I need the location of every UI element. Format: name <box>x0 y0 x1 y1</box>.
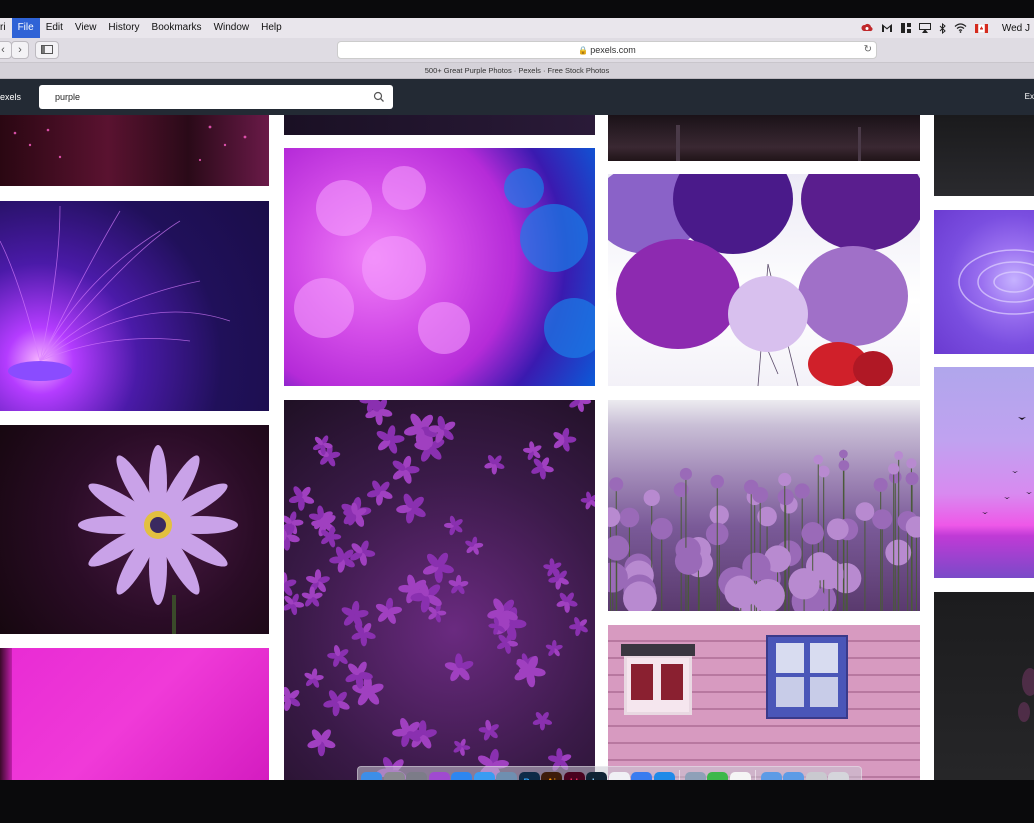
cloud-upload-icon[interactable] <box>653 771 675 780</box>
menu-history[interactable]: History <box>102 18 145 38</box>
status-area: Wed J <box>861 18 1034 38</box>
airplay-icon[interactable] <box>918 23 931 33</box>
menu-file[interactable]: File <box>11 18 40 38</box>
preview-icon[interactable] <box>496 771 517 780</box>
dock: PsAiIdLr <box>357 766 862 780</box>
photo-dark-landscape[interactable] <box>608 115 920 161</box>
photo-dark-strip[interactable] <box>934 115 1034 196</box>
photo-ink-smoke[interactable] <box>284 148 595 386</box>
photo-top-strip-2[interactable] <box>284 115 595 135</box>
image-capture-icon[interactable] <box>684 771 706 780</box>
photo-fiber-optic-lamp[interactable] <box>0 201 269 411</box>
dock-separator <box>755 770 756 780</box>
chevron-right-icon: › <box>18 44 22 56</box>
photo-balloons[interactable] <box>608 174 920 386</box>
grid-icon[interactable] <box>900 23 911 33</box>
menu-help[interactable]: Help <box>255 18 288 38</box>
menu-bookmarks[interactable]: Bookmarks <box>146 18 208 38</box>
site-logo[interactable]: exels <box>0 79 21 115</box>
menu-window[interactable]: Window <box>208 18 256 38</box>
search-icon[interactable] <box>373 91 385 103</box>
indesign-icon[interactable]: Id <box>563 771 585 780</box>
photo-water-ripple[interactable] <box>934 210 1034 354</box>
trash-icon[interactable] <box>828 771 849 780</box>
canada-flag-icon[interactable] <box>974 23 988 33</box>
finder-icon[interactable] <box>361 771 382 780</box>
small-window <box>621 644 695 715</box>
explore-link[interactable]: Ex <box>1025 79 1034 115</box>
url-text: pexels.com <box>590 45 636 55</box>
photo-phlox-flowers[interactable] <box>284 400 595 780</box>
tab-bar[interactable]: 500+ Great Purple Photos · Pexels · Free… <box>0 63 1034 79</box>
menu-view[interactable]: View <box>69 18 103 38</box>
itunes-icon[interactable] <box>608 771 630 780</box>
creative-cloud-icon[interactable] <box>861 23 873 33</box>
search-input[interactable]: purple <box>39 85 393 109</box>
bluetooth-icon[interactable] <box>939 22 946 34</box>
illustrator-icon[interactable]: Ai <box>541 771 562 780</box>
forward-button[interactable]: › <box>11 41 29 59</box>
wifi-icon[interactable] <box>954 23 967 33</box>
photo-sunset-birds[interactable] <box>934 367 1034 578</box>
photo-grid <box>0 115 1034 780</box>
address-bar[interactable]: 🔒 pexels.com ↻ <box>337 41 877 59</box>
gmail-icon[interactable] <box>881 23 893 33</box>
sidebar-button[interactable] <box>35 41 59 59</box>
sidebar-icon <box>41 45 53 54</box>
chevron-left-icon: ‹ <box>1 44 5 56</box>
messenger-icon[interactable] <box>631 771 652 780</box>
document-icon[interactable] <box>729 771 751 780</box>
browser-toolbar: ‹ › 🔒 pexels.com ↻ <box>0 38 1034 63</box>
search-value: purple <box>55 92 81 102</box>
reload-icon[interactable]: ↻ <box>864 42 872 58</box>
menu-edit[interactable]: Edit <box>40 18 69 38</box>
photoshop-icon[interactable]: Ps <box>518 771 540 780</box>
site-header: exels purple Ex <box>0 79 1034 115</box>
photo-allium-field[interactable] <box>608 400 920 611</box>
photo-pink-wall-windows[interactable] <box>608 625 920 780</box>
app-store-icon[interactable] <box>451 771 472 780</box>
screen: ri File Edit View History Bookmarks Wind… <box>0 18 1034 780</box>
menu-bar: ri File Edit View History Bookmarks Wind… <box>0 18 1034 39</box>
system-preferences-icon[interactable] <box>383 771 405 780</box>
lightroom-icon[interactable]: Lr <box>586 771 607 780</box>
siri-icon[interactable] <box>428 771 450 780</box>
photo-pink-fabric[interactable] <box>0 648 269 780</box>
photo-dark-plant[interactable] <box>934 592 1034 780</box>
photo-pink-lights[interactable] <box>0 115 269 186</box>
dock-separator <box>679 770 680 780</box>
app-menu[interactable]: ri <box>0 18 12 38</box>
safari-icon[interactable] <box>473 771 495 780</box>
clock[interactable]: Wed J <box>996 23 1030 34</box>
lock-icon: 🔒 <box>578 46 589 55</box>
blue-window <box>766 635 848 719</box>
launchpad-icon[interactable] <box>406 771 427 780</box>
downloads-folder-icon[interactable] <box>783 771 804 780</box>
facetime-icon[interactable] <box>707 771 728 780</box>
folder-icon[interactable] <box>760 771 782 780</box>
calendar-grid-icon[interactable] <box>805 771 827 780</box>
tab-title: 500+ Great Purple Photos · Pexels · Free… <box>424 66 610 75</box>
photo-purple-daisy[interactable] <box>0 425 269 634</box>
